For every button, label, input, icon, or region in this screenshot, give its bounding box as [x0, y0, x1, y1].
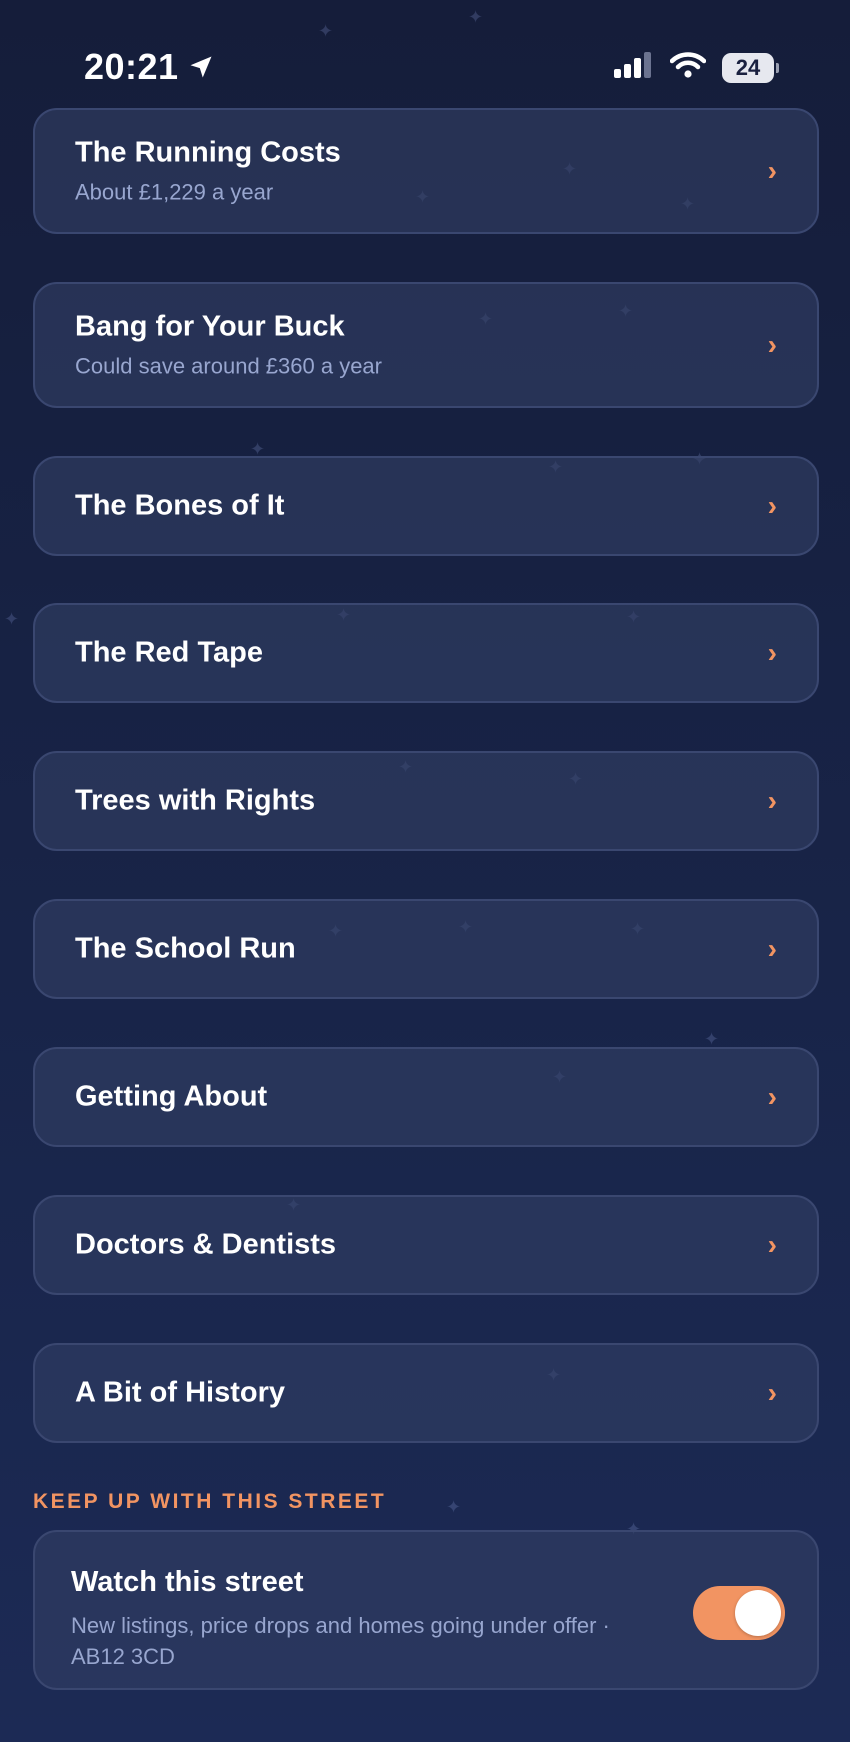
section-item-title: The Bones of It — [75, 489, 285, 522]
section-item-text: The Running Costs About £1,229 a year — [75, 137, 341, 206]
section-item-running-costs[interactable]: The Running Costs About £1,229 a year › — [33, 108, 819, 234]
section-item-doctors-dentists[interactable]: Doctors & Dentists › — [33, 1195, 819, 1295]
section-item-getting-about[interactable]: Getting About › — [33, 1047, 819, 1147]
section-item-text: The Bones of It — [75, 490, 284, 523]
section-item-title: The School Run — [75, 932, 296, 965]
section-list: The Running Costs About £1,229 a year › … — [33, 108, 819, 1443]
battery-level: 24 — [735, 54, 761, 80]
section-item-red-tape[interactable]: The Red Tape › — [33, 603, 819, 703]
status-time-group: 20:21 — [84, 46, 215, 88]
section-item-title: A Bit of History — [75, 1376, 285, 1409]
status-bar: 20:21 24 — [0, 0, 850, 100]
watch-section-header: KEEP UP WITH THIS STREET — [33, 1490, 387, 1513]
section-item-title: The Running Costs — [75, 136, 341, 169]
chevron-right-icon: › — [767, 1081, 777, 1112]
section-item-bang-for-your-buck[interactable]: Bang for Your Buck Could save around £36… — [33, 282, 819, 408]
section-item-school-run[interactable]: The School Run › — [33, 899, 819, 999]
chevron-right-icon: › — [767, 933, 777, 964]
watch-street-card: Watch this street New listings, price dr… — [33, 1530, 819, 1690]
section-item-text: Getting About — [75, 1081, 267, 1114]
watch-street-title: Watch this street — [71, 1566, 304, 1598]
chevron-right-icon: › — [767, 637, 777, 668]
section-item-title: Doctors & Dentists — [75, 1228, 337, 1261]
chevron-right-icon: › — [767, 1229, 777, 1260]
section-item-text: The School Run — [75, 933, 296, 966]
status-indicators: 24 — [614, 52, 779, 83]
section-item-text: Bang for Your Buck Could save around £36… — [75, 311, 382, 380]
chevron-right-icon: › — [767, 785, 777, 816]
location-arrow-icon — [187, 53, 215, 81]
section-item-text: A Bit of History — [75, 1377, 285, 1410]
section-item-text: Doctors & Dentists — [75, 1229, 336, 1262]
section-item-text: The Red Tape — [75, 637, 263, 670]
section-item-title: Trees with Rights — [75, 784, 316, 817]
chevron-right-icon: › — [767, 490, 777, 521]
wifi-icon — [669, 52, 707, 83]
section-item-text: Trees with Rights — [75, 785, 315, 818]
toggle-knob — [735, 1590, 781, 1636]
watch-street-toggle[interactable] — [693, 1586, 785, 1640]
chevron-right-icon: › — [767, 155, 777, 186]
section-item-trees-with-rights[interactable]: Trees with Rights › — [33, 751, 819, 851]
section-item-subtitle: Could save around £360 a year — [75, 353, 382, 379]
section-item-bones-of-it[interactable]: The Bones of It › — [33, 456, 819, 556]
watch-street-description: New listings, price drops and homes goin… — [71, 1613, 610, 1669]
section-item-subtitle: About £1,229 a year — [75, 179, 274, 205]
section-item-bit-of-history[interactable]: A Bit of History › — [33, 1343, 819, 1443]
section-item-title: Bang for Your Buck — [75, 310, 345, 343]
section-item-title: Getting About — [75, 1080, 268, 1113]
chevron-right-icon: › — [767, 1377, 777, 1408]
section-item-title: The Red Tape — [75, 636, 263, 669]
cellular-signal-icon — [614, 52, 654, 83]
status-time: 20:21 — [84, 46, 179, 87]
chevron-right-icon: › — [767, 329, 777, 360]
battery-icon: 24 — [722, 52, 779, 83]
